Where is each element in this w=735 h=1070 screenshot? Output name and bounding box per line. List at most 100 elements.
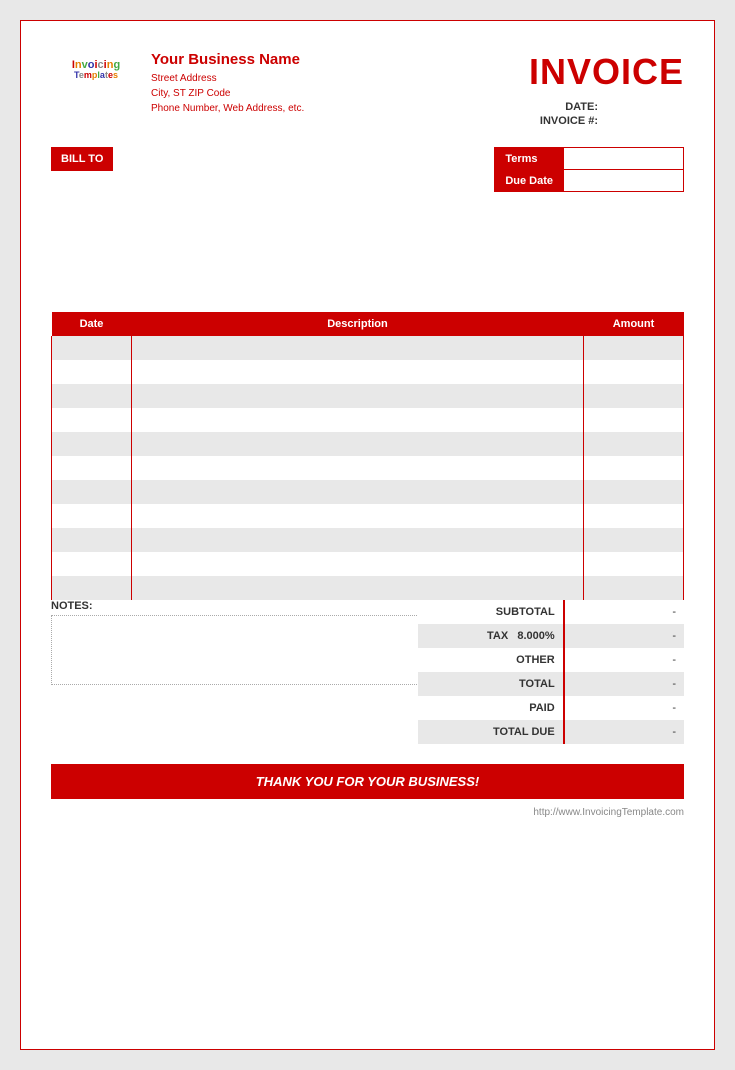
total-value: - [564,672,684,696]
cell-description[interactable] [132,456,584,480]
other-label: OTHER [418,648,564,672]
cell-description[interactable] [132,384,584,408]
total-row: TOTAL - [418,672,684,696]
cell-date[interactable] [52,456,132,480]
cell-amount[interactable] [584,480,684,504]
table-row[interactable] [52,360,684,384]
table-row[interactable] [52,432,684,456]
table-row[interactable] [52,528,684,552]
cell-date[interactable] [52,360,132,384]
cell-description[interactable] [132,408,584,432]
business-name: Your Business Name [151,51,304,68]
cell-amount[interactable] [584,432,684,456]
cell-description[interactable] [132,360,584,384]
table-row[interactable] [52,456,684,480]
total-due-value: - [564,720,684,744]
subtotal-row: SUBTOTAL - [418,600,684,624]
col-desc-header: Description [132,312,584,336]
total-label: TOTAL [418,672,564,696]
cell-description[interactable] [132,336,584,360]
subtotal-value: - [564,600,684,624]
business-info: Your Business Name Street Address City, … [151,51,304,116]
cell-amount[interactable] [584,384,684,408]
cell-amount[interactable] [584,552,684,576]
due-date-value[interactable] [564,170,684,192]
notes-section: NOTES: [51,600,399,685]
cell-amount[interactable] [584,528,684,552]
cell-description[interactable] [132,528,584,552]
phone-web: Phone Number, Web Address, etc. [151,101,304,116]
table-row[interactable] [52,504,684,528]
table-row[interactable] [52,384,684,408]
col-amount-header: Amount [584,312,684,336]
cell-date[interactable] [52,408,132,432]
tax-value: - [564,624,684,648]
thank-you-bar: THANK YOU FOR YOUR BUSINESS! [51,764,684,799]
cell-description[interactable] [132,576,584,600]
cell-date[interactable] [52,480,132,504]
cell-amount[interactable] [584,360,684,384]
items-table: Date Description Amount [51,312,684,600]
cell-description[interactable] [132,432,584,456]
paid-row: PAID - [418,696,684,720]
address-spacer [51,202,684,302]
notes-label: NOTES: [51,600,399,612]
cell-amount[interactable] [584,576,684,600]
paid-label: PAID [418,696,564,720]
tax-rate: 8.000% [517,630,554,642]
table-header-row: Date Description Amount [52,312,684,336]
bill-section: BILL TO Terms Due Date [51,147,684,192]
cell-description[interactable] [132,504,584,528]
tax-row: TAX 8.000% - [418,624,684,648]
invoice-num-label: INVOICE #: [540,115,598,127]
table-row[interactable] [52,552,684,576]
header-right: INVOICE DATE: INVOICE #: [529,51,684,129]
terms-area: Terms Due Date [494,147,684,192]
cell-date[interactable] [52,432,132,456]
date-row: DATE: [529,101,684,113]
invoice-num-row: INVOICE #: [529,115,684,127]
cell-amount[interactable] [584,336,684,360]
cell-date[interactable] [52,336,132,360]
total-due-label: TOTAL DUE [418,720,564,744]
table-row[interactable] [52,480,684,504]
cell-date[interactable] [52,384,132,408]
footer-url: http://www.InvoicingTemplate.com [51,807,684,818]
cell-date[interactable] [52,504,132,528]
totals-table: SUBTOTAL - TAX 8.000% - OTHER - TOTA [418,600,684,744]
invoice-title: INVOICE [529,51,684,93]
city-state-zip: City, ST ZIP Code [151,86,304,101]
cell-amount[interactable] [584,408,684,432]
subtotal-label: SUBTOTAL [418,600,564,624]
tax-label: TAX [487,630,508,642]
logo: Invoicing Templates [51,51,141,89]
terms-table: Terms Due Date [494,147,684,192]
cell-description[interactable] [132,480,584,504]
other-value: - [564,648,684,672]
invoice-meta: DATE: INVOICE #: [529,101,684,127]
due-date-label: Due Date [495,170,564,192]
paid-value: - [564,696,684,720]
cell-date[interactable] [52,528,132,552]
cell-amount[interactable] [584,504,684,528]
street-address: Street Address [151,71,304,86]
cell-amount[interactable] [584,456,684,480]
total-due-row: TOTAL DUE - [418,720,684,744]
terms-row: Terms [495,148,684,170]
header-left: Invoicing Templates Your Business Name S… [51,51,304,116]
cell-date[interactable] [52,552,132,576]
table-row[interactable] [52,576,684,600]
col-date-header: Date [52,312,132,336]
totals-section: SUBTOTAL - TAX 8.000% - OTHER - TOTA [418,600,684,744]
terms-value[interactable] [564,148,684,170]
due-date-row: Due Date [495,170,684,192]
notes-box[interactable] [51,615,431,685]
date-label: DATE: [565,101,598,113]
invoice-document: Invoicing Templates Your Business Name S… [20,20,715,1050]
bill-to-area: BILL TO [51,147,113,171]
table-row[interactable] [52,408,684,432]
cell-description[interactable] [132,552,584,576]
other-row: OTHER - [418,648,684,672]
table-row[interactable] [52,336,684,360]
cell-date[interactable] [52,576,132,600]
